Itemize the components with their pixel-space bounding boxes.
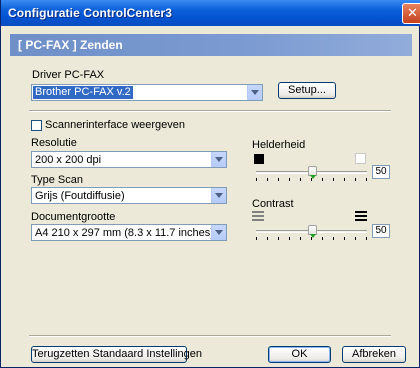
divider-top bbox=[29, 110, 391, 112]
resolution-select[interactable]: 200 x 200 dpi bbox=[31, 151, 227, 168]
slider-tick bbox=[256, 237, 257, 240]
window-title: Configuratie ControlCenter3 bbox=[8, 6, 173, 20]
slider-tick bbox=[289, 237, 290, 240]
scan-type-label: Type Scan bbox=[31, 174, 83, 186]
scan-type-select[interactable]: Grijs (Foutdiffusie) bbox=[31, 187, 227, 204]
contrast-value[interactable]: 50 bbox=[372, 224, 390, 238]
dropdown-arrow-icon[interactable] bbox=[211, 225, 226, 240]
slider-tick bbox=[278, 237, 279, 240]
contrast-label: Contrast bbox=[252, 198, 294, 210]
setup-button[interactable]: Setup... bbox=[278, 82, 336, 99]
slider-tick bbox=[366, 237, 367, 240]
slider-tick bbox=[355, 178, 356, 181]
section-title: [ PC-FAX ] Zenden bbox=[18, 38, 123, 52]
contrast-low-icon bbox=[252, 211, 264, 221]
slider-tick bbox=[300, 237, 301, 240]
brightness-value[interactable]: 50 bbox=[372, 165, 390, 179]
close-icon: ✕ bbox=[407, 5, 418, 20]
ok-button[interactable]: OK bbox=[268, 346, 331, 363]
dialog-window: Configuratie ControlCenter3 ✕ [ PC-FAX ]… bbox=[0, 0, 420, 368]
driver-select[interactable]: Brother PC-FAX v.2 bbox=[31, 84, 263, 101]
slider-tick bbox=[289, 178, 290, 181]
close-button[interactable]: ✕ bbox=[402, 3, 420, 24]
dropdown-arrow-icon[interactable] bbox=[247, 85, 262, 100]
slider-tick bbox=[267, 237, 268, 240]
resolution-value: 200 x 200 dpi bbox=[35, 154, 102, 166]
slider-tick bbox=[344, 178, 345, 181]
slider-tick bbox=[267, 178, 268, 181]
brightness-dark-icon bbox=[254, 154, 264, 164]
slider-tick bbox=[300, 178, 301, 181]
slider-tick bbox=[355, 237, 356, 240]
divider-bottom bbox=[29, 335, 391, 337]
slider-tick bbox=[322, 178, 323, 181]
document-size-value: A4 210 x 297 mm (8.3 x 11.7 inches) bbox=[35, 227, 214, 239]
slider-tick bbox=[344, 237, 345, 240]
reset-defaults-button[interactable]: Terugzetten Standaard Instellingen bbox=[31, 346, 202, 363]
slider-tick bbox=[278, 178, 279, 181]
driver-label: Driver PC-FAX bbox=[32, 69, 105, 81]
document-size-label: Documentgrootte bbox=[31, 211, 116, 223]
section-header: [ PC-FAX ] Zenden bbox=[10, 34, 412, 56]
brightness-light-icon bbox=[355, 153, 366, 164]
slider-tick bbox=[333, 178, 334, 181]
scanner-interface-label[interactable]: Scannerinterface weergeven bbox=[45, 119, 185, 131]
dropdown-arrow-icon[interactable] bbox=[211, 152, 226, 167]
driver-value: Brother PC-FAX v.2 bbox=[33, 86, 133, 99]
scanner-interface-checkbox[interactable] bbox=[31, 120, 42, 131]
slider-tick bbox=[333, 237, 334, 240]
document-size-select[interactable]: A4 210 x 297 mm (8.3 x 11.7 inches) bbox=[31, 224, 227, 241]
contrast-high-icon bbox=[355, 211, 367, 221]
brightness-slider-thumb[interactable] bbox=[308, 166, 317, 179]
contrast-slider-thumb[interactable] bbox=[308, 225, 317, 238]
cancel-button[interactable]: Afbreken bbox=[342, 346, 406, 363]
dropdown-arrow-icon[interactable] bbox=[211, 188, 226, 203]
slider-tick bbox=[256, 178, 257, 181]
brightness-label: Helderheid bbox=[252, 139, 306, 151]
resolution-label: Resolutie bbox=[31, 137, 77, 149]
title-bar[interactable]: Configuratie ControlCenter3 ✕ bbox=[1, 0, 420, 26]
slider-tick bbox=[366, 178, 367, 181]
scan-type-value: Grijs (Foutdiffusie) bbox=[35, 190, 125, 202]
slider-tick bbox=[322, 237, 323, 240]
